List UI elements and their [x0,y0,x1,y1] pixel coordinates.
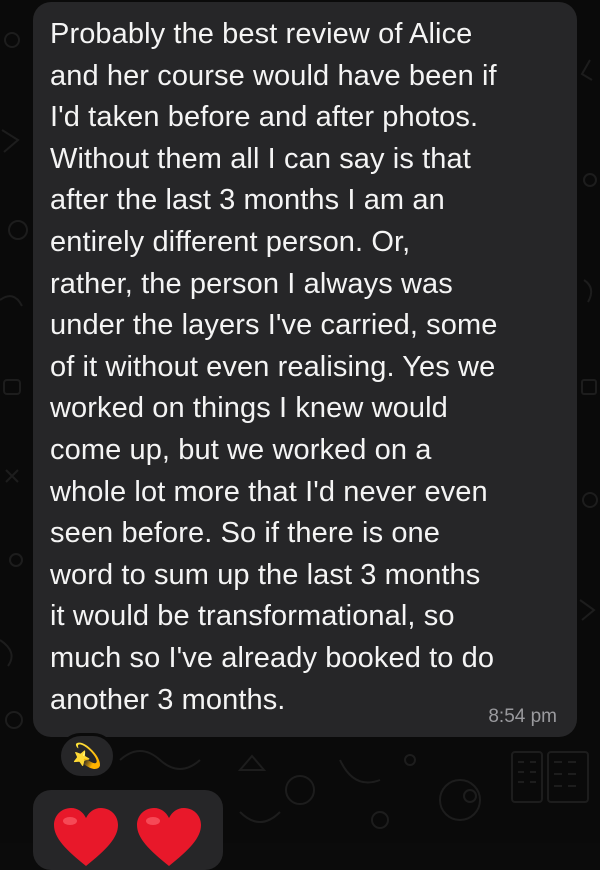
dizzy-star-icon: 💫 [72,742,102,770]
red-heart-icon [54,808,118,866]
message-timestamp: 8:54 pm [488,706,557,727]
message-bubble[interactable]: Probably the best review of Alice and he… [33,2,577,737]
message-text: Probably the best review of Alice and he… [50,18,498,716]
reaction-badge[interactable]: 💫 [58,733,116,779]
red-heart-icon [137,808,201,866]
